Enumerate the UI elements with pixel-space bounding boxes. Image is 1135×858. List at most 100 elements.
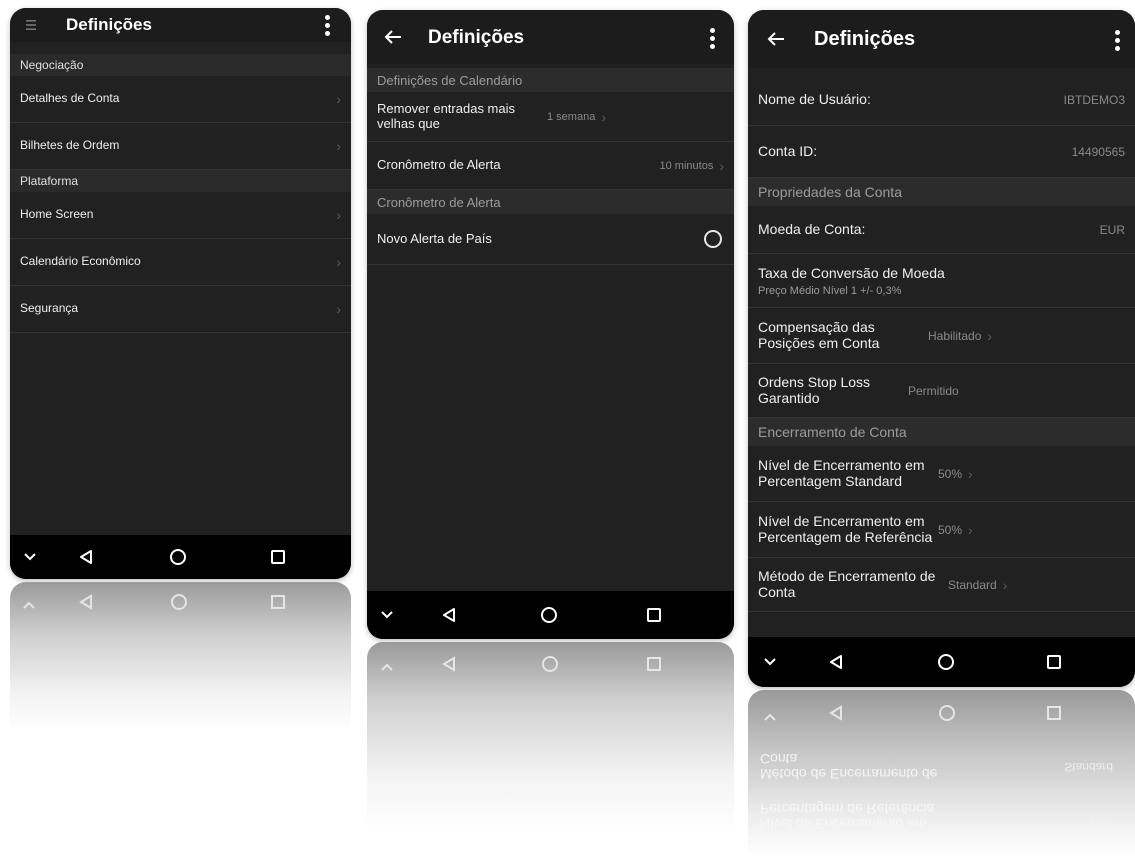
list-item-closeout-reference[interactable]: Nível de Encerramento em Percentagem de … bbox=[748, 502, 1135, 558]
list-item-label: Detalhes de Conta bbox=[20, 91, 120, 106]
list-item-username: Nome de Usuário: IBTDEMO3 bbox=[748, 74, 1135, 126]
list-item-label: Ordens Stop Loss Garantido bbox=[758, 374, 871, 406]
chevron-right-icon: › bbox=[336, 254, 341, 270]
list-item-value: Habilitado bbox=[928, 328, 982, 343]
list-item-value: 10 minutos bbox=[659, 159, 714, 172]
recents-square-icon bbox=[646, 656, 662, 677]
list-item-subtitle: Preço Médio Nível 1 +/- 0,3% bbox=[758, 284, 902, 297]
chevron-right-icon: › bbox=[719, 157, 724, 174]
chevron-right-icon: › bbox=[336, 91, 341, 107]
system-nav-bar bbox=[748, 637, 1135, 687]
phone-reflection: Método de Encerramento de Conta Standard… bbox=[748, 690, 1135, 856]
list-item-alert-timer[interactable]: Cronômetro de Alerta 10 minutos › bbox=[367, 142, 734, 190]
list-item-account-currency: Moeda de Conta: EUR bbox=[748, 206, 1135, 254]
list-item-value: Standard bbox=[948, 577, 997, 592]
list-item-position-offset[interactable]: Compensação das Posições em Conta Habili… bbox=[748, 308, 1135, 364]
section-header-alert-timer: Cronômetro de Alerta bbox=[367, 190, 734, 214]
recents-square-icon[interactable] bbox=[1044, 652, 1064, 672]
list-item-country-alert[interactable]: Novo Alerta de País bbox=[367, 214, 734, 265]
recents-square-icon bbox=[270, 594, 286, 615]
list-item-remove-entries[interactable]: Remover entradas mais velhas que 1 seman… bbox=[367, 92, 734, 142]
app-bar: Definições bbox=[10, 8, 351, 42]
system-nav-bar bbox=[367, 591, 734, 639]
list-item-label: Cronômetro de Alerta bbox=[377, 157, 501, 173]
back-arrow-icon[interactable] bbox=[383, 28, 403, 46]
app-bar: Definições bbox=[748, 10, 1135, 68]
chevron-right-icon: › bbox=[336, 301, 341, 317]
chevron-right-icon: › bbox=[968, 465, 973, 482]
back-arrow-icon[interactable] bbox=[766, 30, 786, 48]
section-header-platform: Plataforma bbox=[10, 170, 351, 192]
menu-icon[interactable] bbox=[24, 16, 38, 34]
home-circle-icon bbox=[938, 704, 956, 727]
list-item-home-screen[interactable]: Home Screen › bbox=[10, 192, 351, 239]
section-header-calendar: Definições de Calendário bbox=[367, 68, 734, 92]
list-item-order-tickets[interactable]: Bilhetes de Ordem › bbox=[10, 123, 351, 170]
list-item-label: Nível de Encerramento em Percentagem de … bbox=[758, 513, 933, 545]
list-item-label: Moeda de Conta: bbox=[758, 220, 866, 237]
home-circle-icon bbox=[170, 593, 188, 616]
list-item-label: Taxa de Conversão de Moeda bbox=[758, 264, 945, 281]
chevron-right-icon: › bbox=[336, 207, 341, 223]
chevron-down-icon[interactable] bbox=[22, 549, 38, 565]
list-item-label: Compensação das Posições em Conta bbox=[758, 319, 880, 351]
country-alert-radio[interactable] bbox=[704, 230, 722, 248]
list-item-label: Bilhetes de Ordem bbox=[20, 138, 120, 153]
home-circle-icon[interactable] bbox=[539, 605, 559, 625]
list-item-account-details[interactable]: Detalhes de Conta › bbox=[10, 76, 351, 123]
list-item-closeout-standard[interactable]: Nível de Encerramento em Percentagem Sta… bbox=[748, 446, 1135, 502]
page-title: Definições bbox=[66, 15, 152, 34]
back-triangle-icon[interactable] bbox=[76, 547, 96, 567]
section-header-account-properties: Propriedades da Conta bbox=[748, 178, 1135, 206]
system-nav-bar bbox=[10, 535, 351, 579]
home-circle-icon[interactable] bbox=[168, 547, 188, 567]
overflow-menu-icon[interactable] bbox=[705, 25, 719, 51]
back-triangle-icon[interactable] bbox=[826, 652, 846, 672]
list-item-value: 1 semana bbox=[547, 110, 596, 123]
back-triangle-icon bbox=[441, 656, 457, 677]
settings-list: Definições de Calendário Remover entrada… bbox=[367, 68, 734, 265]
overflow-menu-icon[interactable] bbox=[320, 13, 334, 37]
recents-square-icon bbox=[1046, 705, 1062, 726]
chevron-up-icon bbox=[381, 658, 393, 676]
app-bar: Definições bbox=[367, 10, 734, 64]
reflected-closeout-method-label: Método de Encerramento de Conta bbox=[760, 750, 938, 782]
list-item-value: 14490565 bbox=[1071, 144, 1125, 159]
back-triangle-icon[interactable] bbox=[439, 605, 459, 625]
list-item-closeout-method[interactable]: Método de Encerramento de Conta Standard… bbox=[748, 558, 1135, 612]
list-item-economic-calendar[interactable]: Calendário Econômico › bbox=[10, 239, 351, 286]
page-title: Definições bbox=[814, 28, 916, 50]
chevron-right-icon: › bbox=[601, 108, 606, 125]
chevron-right-icon: › bbox=[968, 521, 973, 538]
list-item-label: Nome de Usuário: bbox=[758, 90, 871, 107]
chevron-down-icon[interactable] bbox=[762, 654, 778, 670]
home-circle-icon bbox=[541, 655, 559, 678]
reflected-closeout-reference-value: 50% bbox=[1088, 814, 1113, 828]
settings-list: Negociação Detalhes de Conta › Bilhetes … bbox=[10, 54, 351, 333]
list-item-label: Nível de Encerramento em Percentagem Sta… bbox=[758, 457, 925, 489]
chevron-right-icon: › bbox=[336, 138, 341, 154]
list-item-value: Permitido bbox=[908, 383, 959, 398]
list-item-value: 50% bbox=[938, 466, 963, 481]
list-item-value: EUR bbox=[1099, 222, 1125, 237]
recents-square-icon[interactable] bbox=[268, 547, 288, 567]
list-item-label: Calendário Econômico bbox=[20, 254, 141, 269]
chevron-up-icon bbox=[23, 596, 35, 614]
overflow-menu-icon[interactable] bbox=[1110, 27, 1124, 53]
reflected-closeout-method-value: Standard bbox=[1064, 760, 1113, 774]
list-item-label: Segurança bbox=[20, 301, 79, 316]
chevron-up-icon bbox=[764, 708, 776, 726]
list-item-label: Remover entradas mais velhas que bbox=[377, 101, 515, 131]
chevron-down-icon[interactable] bbox=[379, 607, 395, 623]
phone-reflection bbox=[10, 582, 351, 732]
home-circle-icon[interactable] bbox=[936, 652, 956, 672]
list-item-security[interactable]: Segurança › bbox=[10, 286, 351, 333]
reflected-closeout-reference-label: Nível de Encerramento em Percentagem de … bbox=[760, 800, 935, 832]
phone-screen-settings-main: Definições Negociação Detalhes de Conta … bbox=[10, 8, 351, 579]
list-item-guaranteed-stop-loss: Ordens Stop Loss Garantido Permitido bbox=[748, 364, 1135, 418]
section-header-trading: Negociação bbox=[10, 54, 351, 76]
phone-reflection bbox=[367, 642, 734, 832]
recents-square-icon[interactable] bbox=[644, 605, 664, 625]
page-title: Definições bbox=[428, 27, 525, 48]
list-item-conversion-rate: Taxa de Conversão de Moeda Preço Médio N… bbox=[748, 254, 1135, 308]
